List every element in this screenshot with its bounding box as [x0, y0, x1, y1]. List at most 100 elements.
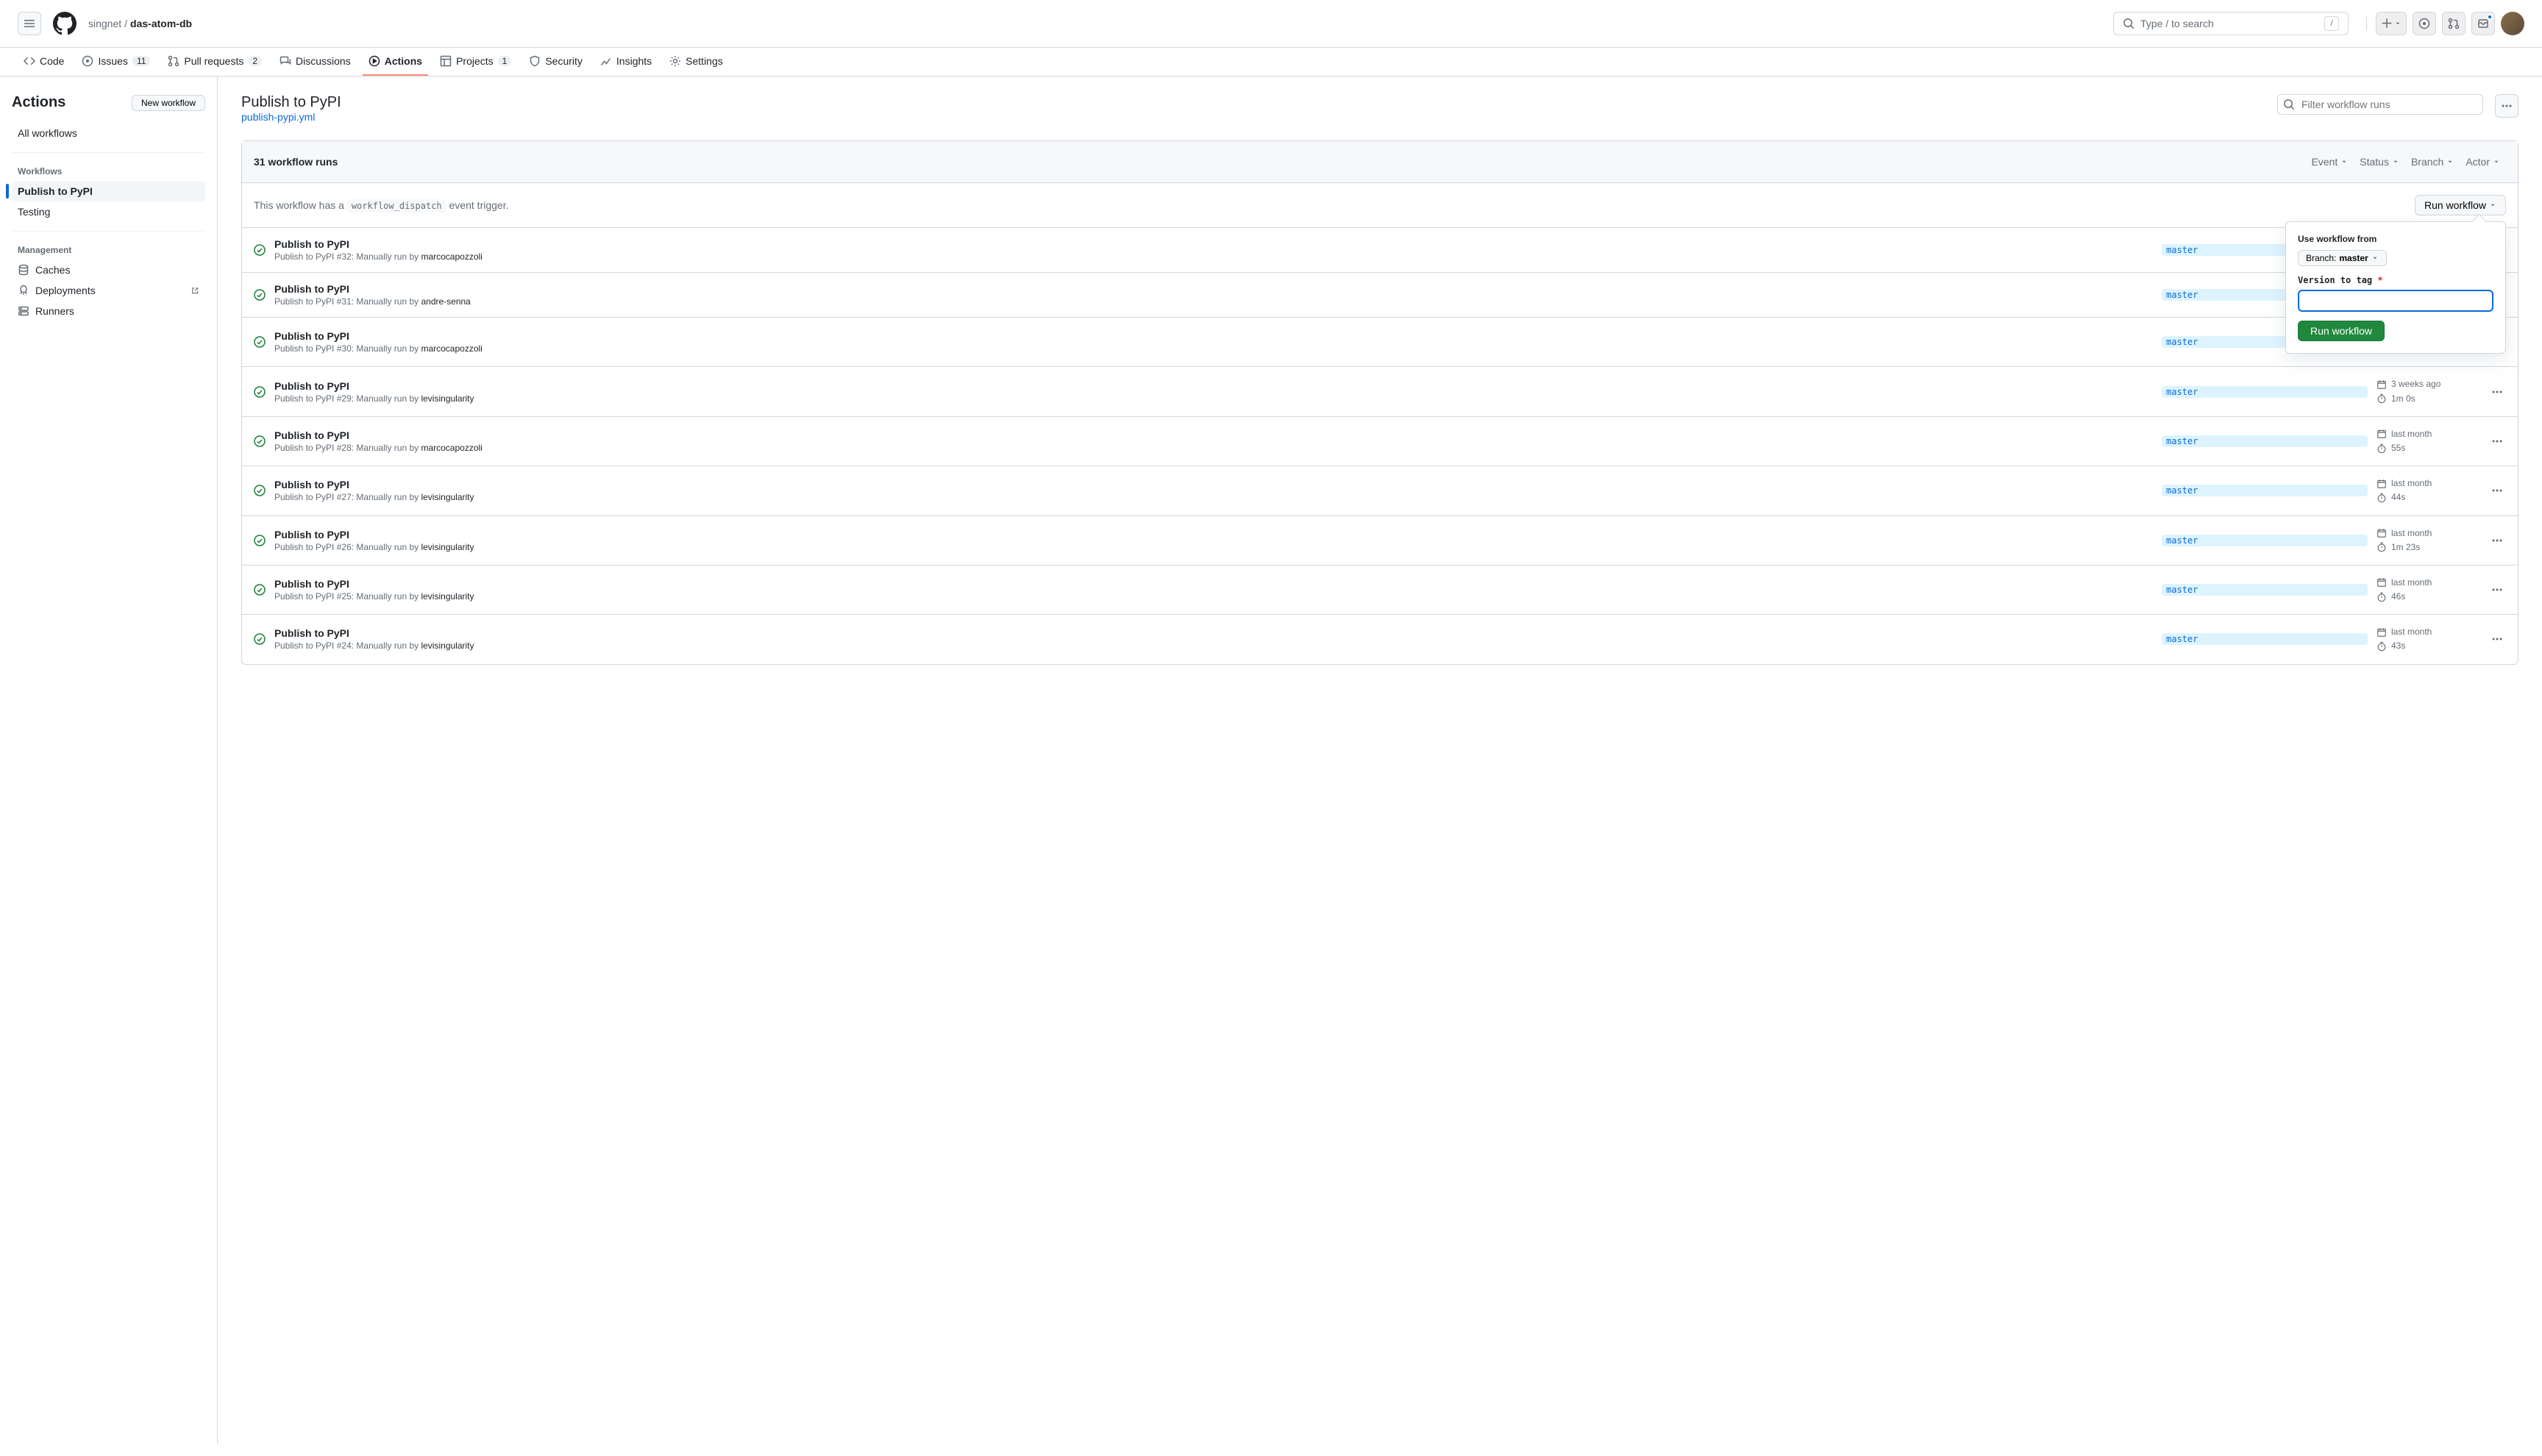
run-title[interactable]: Publish to PyPI [274, 578, 2153, 590]
filter-actor[interactable]: Actor [2460, 153, 2506, 171]
run-subtitle: Publish to PyPI #27: Manually run by lev… [274, 492, 2153, 502]
calendar-icon [2377, 577, 2387, 588]
new-workflow-button[interactable]: New workflow [132, 95, 205, 111]
run-title[interactable]: Publish to PyPI [274, 529, 2153, 540]
tab-discussions[interactable]: Discussions [274, 48, 357, 76]
sidebar-workflow-publish[interactable]: Publish to PyPI [12, 181, 205, 201]
search-icon [2283, 99, 2295, 110]
run-title[interactable]: Publish to PyPI [274, 429, 2153, 441]
run-row[interactable]: Publish to PyPI Publish to PyPI #29: Man… [242, 367, 2518, 416]
run-row[interactable]: Publish to PyPI Publish to PyPI #24: Man… [242, 615, 2518, 663]
caret-down-icon [2493, 158, 2500, 165]
run-row[interactable]: Publish to PyPI Publish to PyPI #31: Man… [242, 273, 2518, 318]
branch-select-button[interactable]: Branch: master [2298, 250, 2387, 266]
sidebar-deployments[interactable]: Deployments [12, 280, 205, 301]
run-meta: last month 46s [2377, 576, 2479, 604]
tab-security[interactable]: Security [523, 48, 588, 76]
run-row[interactable]: Publish to PyPI Publish to PyPI #30: Man… [242, 318, 2518, 367]
branch-pill[interactable]: master [2162, 535, 2368, 546]
tab-settings[interactable]: Settings [663, 48, 729, 76]
run-kebab-button[interactable] [2488, 630, 2506, 648]
notifications-button[interactable] [2471, 12, 2495, 35]
pull-request-icon [2448, 18, 2460, 29]
run-kebab-button[interactable] [2488, 383, 2506, 401]
run-actor-link[interactable]: marcocapozzoli [421, 251, 482, 262]
tab-insights[interactable]: Insights [594, 48, 658, 76]
run-actor-link[interactable]: levisingularity [421, 542, 474, 552]
run-row[interactable]: Publish to PyPI Publish to PyPI #32: Man… [242, 228, 2518, 273]
branch-pill[interactable]: master [2162, 435, 2368, 447]
issues-button[interactable] [2413, 12, 2436, 35]
run-title[interactable]: Publish to PyPI [274, 479, 2153, 490]
run-row[interactable]: Publish to PyPI Publish to PyPI #28: Man… [242, 417, 2518, 466]
tab-code[interactable]: Code [18, 48, 70, 76]
run-actor-link[interactable]: levisingularity [421, 492, 474, 502]
calendar-icon [2377, 479, 2387, 489]
run-actor-link[interactable]: marcocapozzoli [421, 443, 482, 453]
branch-pill[interactable]: master [2162, 584, 2368, 596]
run-actor-link[interactable]: levisingularity [421, 591, 474, 602]
run-kebab-button[interactable] [2488, 532, 2506, 549]
run-subtitle: Publish to PyPI #31: Manually run by and… [274, 296, 2153, 307]
run-actor-link[interactable]: andre-senna [421, 296, 470, 307]
create-button[interactable] [2376, 12, 2407, 35]
run-title[interactable]: Publish to PyPI [274, 380, 2153, 392]
run-workflow-submit-button[interactable]: Run workflow [2298, 321, 2385, 341]
run-actor-link[interactable]: levisingularity [421, 640, 474, 651]
pull-requests-button[interactable] [2442, 12, 2466, 35]
breadcrumb: singnet / das-atom-db [88, 18, 2107, 29]
run-actor-link[interactable]: marcocapozzoli [421, 343, 482, 354]
tab-settings-label: Settings [686, 55, 723, 67]
search-slash-hint: / [2324, 16, 2339, 31]
run-title[interactable]: Publish to PyPI [274, 330, 2153, 342]
runs-count: 31 workflow runs [254, 156, 2305, 168]
stopwatch-icon [2377, 493, 2387, 503]
github-logo[interactable] [53, 12, 76, 35]
all-workflows-link[interactable]: All workflows [12, 123, 205, 143]
workflow-file-link[interactable]: publish-pypi.yml [241, 111, 315, 123]
sidebar-caches[interactable]: Caches [12, 260, 205, 280]
calendar-icon [2377, 528, 2387, 538]
issue-icon [2418, 18, 2430, 29]
run-kebab-button[interactable] [2488, 482, 2506, 499]
hamburger-button[interactable] [18, 12, 41, 35]
version-input[interactable] [2298, 290, 2493, 312]
run-kebab-button[interactable] [2488, 432, 2506, 450]
run-row[interactable]: Publish to PyPI Publish to PyPI #25: Man… [242, 565, 2518, 615]
run-title[interactable]: Publish to PyPI [274, 283, 2153, 295]
run-duration: 1m 0s [2391, 392, 2415, 406]
tab-pulls[interactable]: Pull requests 2 [162, 48, 268, 76]
branch-pill[interactable]: master [2162, 485, 2368, 496]
branch-pill[interactable]: master [2162, 633, 2368, 645]
run-title[interactable]: Publish to PyPI [274, 627, 2153, 639]
rocket-icon [18, 285, 29, 296]
tab-projects[interactable]: Projects 1 [434, 48, 517, 76]
sidebar-runners[interactable]: Runners [12, 301, 205, 321]
filter-status[interactable]: Status [2354, 153, 2405, 171]
run-row[interactable]: Publish to PyPI Publish to PyPI #26: Man… [242, 516, 2518, 565]
kebab-icon [2501, 100, 2513, 112]
breadcrumb-org[interactable]: singnet [88, 18, 121, 29]
filter-event[interactable]: Event [2305, 153, 2354, 171]
run-kebab-button[interactable] [2488, 581, 2506, 599]
sidebar-workflow-testing[interactable]: Testing [12, 201, 205, 222]
run-workflow-button[interactable]: Run workflow [2415, 195, 2506, 215]
run-meta: 3 weeks ago 1m 0s [2377, 377, 2479, 405]
run-actor-link[interactable]: levisingularity [421, 393, 474, 404]
sidebar: Actions New workflow All workflows Workf… [0, 76, 218, 1444]
run-title[interactable]: Publish to PyPI [274, 238, 2153, 250]
version-field-label: Version to tag * [2298, 275, 2493, 285]
tab-discussions-label: Discussions [296, 55, 351, 67]
breadcrumb-repo[interactable]: das-atom-db [130, 18, 192, 29]
dispatch-row: This workflow has a workflow_dispatch ev… [242, 183, 2518, 228]
workflow-kebab-button[interactable] [2495, 94, 2518, 118]
run-row[interactable]: Publish to PyPI Publish to PyPI #27: Man… [242, 466, 2518, 515]
filter-branch[interactable]: Branch [2405, 153, 2460, 171]
tab-issues[interactable]: Issues 11 [76, 48, 156, 76]
search-box[interactable]: Type / to search / [2113, 12, 2349, 35]
pulls-count: 2 [248, 56, 262, 66]
tab-actions[interactable]: Actions [363, 48, 428, 76]
filter-runs-input[interactable] [2277, 94, 2483, 115]
user-avatar[interactable] [2501, 12, 2524, 35]
branch-pill[interactable]: master [2162, 386, 2368, 398]
